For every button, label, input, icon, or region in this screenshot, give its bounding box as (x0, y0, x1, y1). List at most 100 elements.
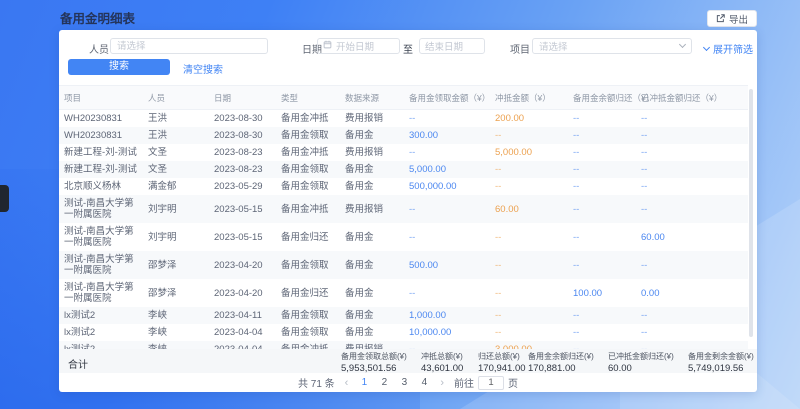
table-cell: -- (568, 110, 636, 128)
table-cell: -- (490, 251, 568, 279)
person-filter-input[interactable] (110, 38, 268, 54)
table-cell: -- (404, 223, 490, 251)
summary-stat-label: 备用金领取总额(¥) (341, 351, 407, 362)
chevron-down-icon (679, 41, 686, 48)
end-date-input[interactable]: 结束日期 (419, 38, 485, 54)
table-cell: -- (568, 195, 636, 223)
table-cell: 2023-08-30 (209, 127, 276, 144)
column-header: 数据来源 (340, 86, 404, 110)
summary-stat-value: 60.00 (608, 363, 674, 374)
page-number-button[interactable]: 1 (358, 377, 370, 388)
table-cell: 2023-04-04 (209, 324, 276, 341)
table-cell: 备用金领取 (276, 307, 340, 324)
goto-page-input[interactable] (478, 376, 504, 390)
table-cell: 备用金领取 (276, 161, 340, 178)
table-cell: -- (636, 324, 748, 341)
next-page-button[interactable]: › (438, 378, 446, 388)
table-cell: -- (636, 195, 748, 223)
page-number-button[interactable]: 2 (378, 377, 390, 388)
end-date-placeholder: 结束日期 (425, 39, 463, 53)
page-number-button[interactable]: 4 (418, 377, 430, 388)
table-cell: 3,000.00 (490, 341, 568, 349)
person-filter-label: 人员 (89, 41, 109, 56)
start-date-input[interactable]: 开始日期 (317, 38, 400, 54)
table-cell: 备用金 (340, 178, 404, 195)
content-card: 人员 日期 开始日期 至 结束日期 项目 请选择 展开筛选 搜索 清空搜索 (59, 30, 757, 392)
project-select-placeholder: 请选择 (539, 39, 568, 53)
table-cell: -- (568, 324, 636, 341)
date-range-separator: 至 (403, 41, 413, 56)
drawer-handle[interactable] (0, 185, 9, 212)
table-cell: 1,000.00 (404, 307, 490, 324)
table-cell: 刘宇明 (143, 223, 209, 251)
summary-stat-label: 归还总额(¥) (478, 351, 526, 362)
table-row: 测试-南昌大学第一附属医院邵梦泽2023-04-20备用金归还备用金----10… (59, 279, 748, 307)
column-header: 备用金领取金额（¥） (404, 86, 490, 110)
table-cell: -- (404, 110, 490, 128)
table-cell: 2023-04-11 (209, 307, 276, 324)
table-row: lx测试2李峡2023-04-04备用金领取备用金10,000.00------ (59, 324, 748, 341)
table-cell: -- (490, 178, 568, 195)
filter-bar: 人员 日期 开始日期 至 结束日期 项目 请选择 展开筛选 搜索 清空搜索 (59, 30, 757, 85)
table-cell: 李峡 (143, 307, 209, 324)
goto-page-control: 前往 页 (454, 375, 518, 390)
project-select[interactable]: 请选择 (532, 38, 692, 54)
table-cell: 备用金冲抵 (276, 110, 340, 128)
table-row: WH20230831王洪2023-08-30备用金冲抵费用报销--200.00-… (59, 110, 748, 128)
table-cell: 北京顺义杨林 (59, 178, 143, 195)
table-body: WH20230831王洪2023-08-30备用金冲抵费用报销--200.00-… (59, 110, 748, 350)
summary-stat-value: 5,749,019.56 (688, 363, 754, 374)
page-number-list: 1234 (358, 377, 430, 388)
table-cell: -- (490, 279, 568, 307)
table-cell: 备用金 (340, 279, 404, 307)
table-cell: 2023-08-23 (209, 161, 276, 178)
column-header: 人员 (143, 86, 209, 110)
table-cell: 新建工程-刘-测试 (59, 144, 143, 161)
expand-filters-link[interactable]: 展开筛选 (704, 41, 753, 56)
table-cell: 2023-08-23 (209, 144, 276, 161)
export-button[interactable]: 导出 (707, 10, 757, 27)
table-cell: 500,000.00 (404, 178, 490, 195)
table-cell: -- (490, 307, 568, 324)
detail-table: 项目人员日期类型数据来源备用金领取金额（¥）冲抵金额（¥）备用金余额归还（¥）已… (59, 85, 748, 349)
table-cell: -- (636, 178, 748, 195)
table-cell: 备用金 (340, 223, 404, 251)
pagination-total-text: 共 71 条 (298, 375, 335, 390)
table-cell: 0.00 (636, 279, 748, 307)
table-cell: 5,000.00 (404, 161, 490, 178)
summary-stat: 备用金领取总额(¥)5,953,501.56 (341, 351, 407, 374)
chevron-down-icon (703, 43, 710, 50)
table-cell: WH20230831 (59, 127, 143, 144)
table-row: lx测试2李峡2023-04-11备用金领取备用金1,000.00------ (59, 307, 748, 324)
table-cell: -- (636, 127, 748, 144)
vertical-scrollbar[interactable] (749, 89, 753, 337)
table-cell: 备用金冲抵 (276, 144, 340, 161)
search-button[interactable]: 搜索 (68, 59, 170, 75)
summary-stat-label: 备用金剩余金额(¥) (688, 351, 754, 362)
table-cell: 500.00 (404, 251, 490, 279)
summary-bar: 合计 备用金领取总额(¥)5,953,501.56冲抵总额(¥)43,601.0… (59, 349, 757, 373)
goto-label: 前往 (454, 375, 474, 390)
table-cell: 10,000.00 (404, 324, 490, 341)
table-cell: 费用报销 (340, 110, 404, 128)
table-cell: lx测试2 (59, 324, 143, 341)
table-cell: 备用金 (340, 251, 404, 279)
clear-search-link[interactable]: 清空搜索 (183, 61, 223, 76)
table-cell: 邵梦泽 (143, 279, 209, 307)
table-cell: 备用金 (340, 307, 404, 324)
column-header: 备用金余额归还（¥） (568, 86, 636, 110)
table-cell: 300.00 (404, 127, 490, 144)
table-cell: -- (568, 127, 636, 144)
prev-page-button[interactable]: ‹ (343, 378, 351, 388)
table-row: 测试-南昌大学第一附属医院刘宇明2023-05-15备用金归还备用金------… (59, 223, 748, 251)
summary-stat-value: 170,941.00 (478, 363, 526, 374)
table-cell: -- (490, 324, 568, 341)
export-label: 导出 (729, 12, 748, 26)
table-cell: 2023-04-04 (209, 341, 276, 349)
table-cell: 邵梦泽 (143, 251, 209, 279)
table-cell: 2023-05-15 (209, 223, 276, 251)
table-cell: 2023-04-20 (209, 251, 276, 279)
table-cell: -- (490, 223, 568, 251)
table-cell: -- (404, 144, 490, 161)
page-number-button[interactable]: 3 (398, 377, 410, 388)
